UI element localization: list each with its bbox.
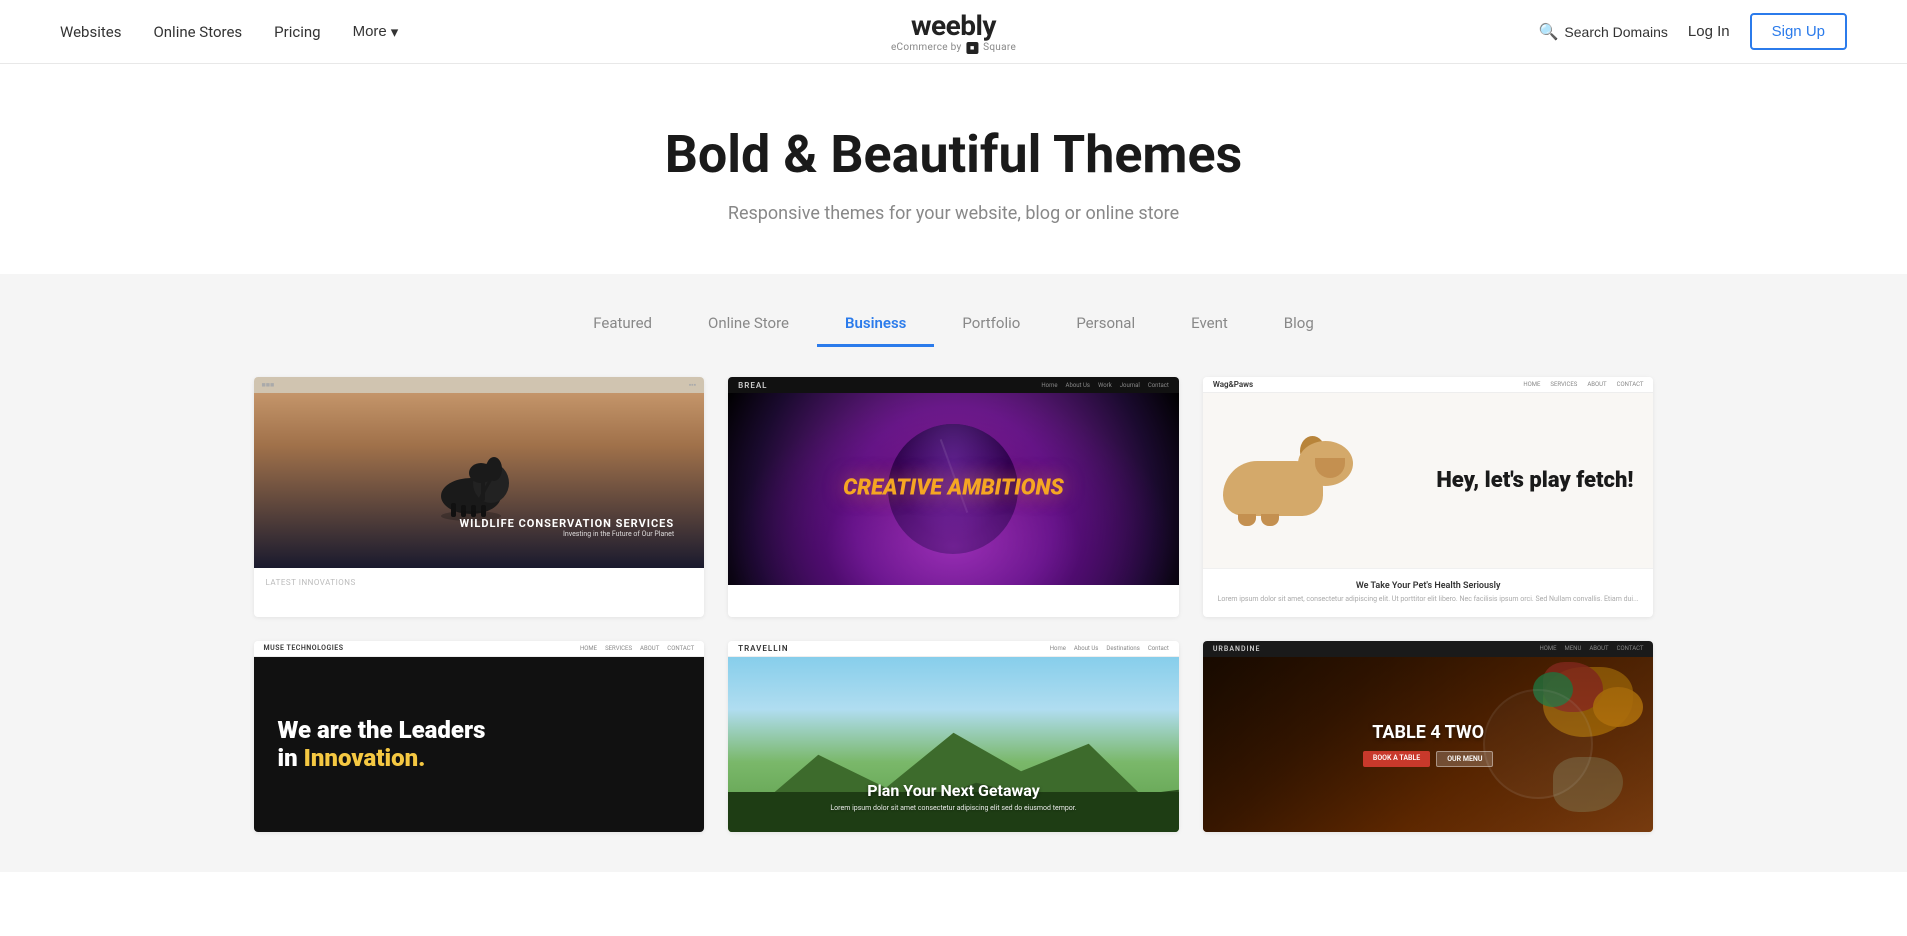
logo-text: weebly (911, 9, 996, 42)
theme-header-muse: MUSE TECHNOLOGIES HOME SERVICES ABOUT CO… (254, 641, 705, 657)
theme-header-wildlife: ■■■ ▪▪▪ (254, 377, 705, 393)
tab-blog[interactable]: Blog (1256, 302, 1342, 347)
nav-websites[interactable]: Websites (60, 23, 121, 41)
theme-preview-muse: We are the Leadersin Innovation. (254, 657, 705, 832)
square-icon: ■ (966, 42, 978, 54)
theme-preview-travellin: Plan Your Next Getaway Lorem ipsum dolor… (728, 657, 1179, 832)
nav-pricing[interactable]: Pricing (274, 23, 320, 41)
urbandine-cta-buttons: BOOK A TABLE OUR MENU (1363, 751, 1494, 767)
chevron-down-icon: ▾ (391, 23, 399, 41)
nav-online-stores[interactable]: Online Stores (153, 23, 242, 41)
themes-grid: ■■■ ▪▪▪ (254, 377, 1654, 832)
search-domains-button[interactable]: 🔍 Search Domains (1538, 22, 1667, 42)
muse-headline: We are the Leadersin Innovation. (278, 716, 486, 774)
search-icon: 🔍 (1538, 22, 1558, 42)
theme-preview-wagpaws: Hey, let's play fetch! (1203, 393, 1654, 568)
travellin-text-overlay: Plan Your Next Getaway Lorem ipsum dolor… (830, 781, 1076, 812)
main-nav: Websites Online Stores Pricing More ▾ (60, 23, 398, 41)
theme-card-travellin[interactable]: TRAVELLIN Home About Us Destinations Con… (728, 641, 1179, 832)
hero-section: Bold & Beautiful Themes Responsive theme… (0, 64, 1907, 274)
theme-header-urbandine: URBANDINE HOME MENU ABOUT CONTACT (1203, 641, 1654, 657)
theme-preview-wildlife: WILDLIFE CONSERVATION SERVICES Investing… (254, 393, 705, 568)
theme-preview-breal: CREATIVE AMBITIONS (728, 393, 1179, 585)
theme-card-muse[interactable]: MUSE TECHNOLOGIES HOME SERVICES ABOUT CO… (254, 641, 705, 832)
theme-header-wagpaws: Wag&Paws HOME SERVICES ABOUT CONTACT (1203, 377, 1654, 393)
tab-portfolio[interactable]: Portfolio (934, 302, 1048, 347)
hero-title: Bold & Beautiful Themes (20, 124, 1887, 185)
theme-card-urbandine[interactable]: URBANDINE HOME MENU ABOUT CONTACT (1203, 641, 1654, 832)
logo-subtitle: eCommerce by ■ Square (891, 42, 1016, 54)
tab-personal[interactable]: Personal (1048, 302, 1163, 347)
wagpaws-footer: We Take Your Pet's Health Seriously Lore… (1203, 568, 1654, 617)
signup-button[interactable]: Sign Up (1750, 13, 1847, 50)
theme-card-wildlife[interactable]: ■■■ ▪▪▪ (254, 377, 705, 617)
tab-online-store[interactable]: Online Store (680, 302, 817, 347)
theme-card-breal[interactable]: BREAL Home About Us Work Journal Contact (728, 377, 1179, 617)
logo[interactable]: weebly eCommerce by ■ Square (891, 9, 1016, 54)
wildlife-card-footer: Latest Innovations (254, 568, 705, 596)
urbandine-book-btn: BOOK A TABLE (1363, 751, 1430, 767)
tab-event[interactable]: Event (1163, 302, 1256, 347)
breal-text: CREATIVE AMBITIONS (843, 476, 1064, 499)
urbandine-content: TABLE 4 TWO BOOK A TABLE OUR MENU (1363, 722, 1494, 767)
wildlife-text-overlay: WILDLIFE CONSERVATION SERVICES Investing… (460, 517, 675, 538)
login-button[interactable]: Log In (1688, 23, 1730, 40)
main-header: Websites Online Stores Pricing More ▾ we… (0, 0, 1907, 64)
wagpaws-headline-area: Hey, let's play fetch! (1353, 468, 1634, 493)
elephant-illustration (429, 441, 529, 521)
category-tabs: Featured Online Store Business Portfolio… (0, 274, 1907, 347)
header-right: 🔍 Search Domains Log In Sign Up (1538, 13, 1847, 50)
theme-preview-urbandine: TABLE 4 TWO BOOK A TABLE OUR MENU (1203, 657, 1654, 832)
urbandine-menu-btn: OUR MENU (1436, 751, 1493, 767)
nav-more-button[interactable]: More ▾ (353, 23, 399, 41)
tab-featured[interactable]: Featured (565, 302, 680, 347)
tab-business[interactable]: Business (817, 302, 934, 347)
themes-section: Featured Online Store Business Portfolio… (0, 274, 1907, 872)
themes-grid-container: ■■■ ▪▪▪ (0, 347, 1907, 872)
theme-header-breal: BREAL Home About Us Work Journal Contact (728, 377, 1179, 393)
hero-subtitle: Responsive themes for your website, blog… (20, 203, 1887, 224)
theme-header-travellin: TRAVELLIN Home About Us Destinations Con… (728, 641, 1179, 657)
dog-illustration (1223, 436, 1353, 526)
theme-card-wagpaws[interactable]: Wag&Paws HOME SERVICES ABOUT CONTACT (1203, 377, 1654, 617)
